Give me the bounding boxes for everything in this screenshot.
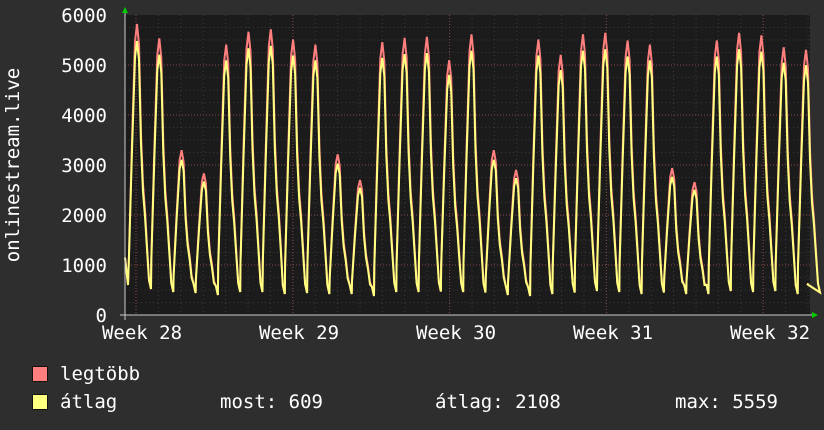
legend-avg: átlag — [32, 391, 118, 413]
x-axis-ticks: Week 28 Week 29 Week 30 Week 31 Week 32 — [102, 322, 810, 344]
y-tick-label: 1000 — [61, 255, 107, 277]
x-tick-label: Week 29 — [259, 322, 339, 344]
legend-avg-swatch — [32, 394, 48, 410]
stat-current: most: 609 — [220, 391, 323, 413]
y-axis-label: onlinestream.live — [2, 68, 24, 262]
stat-max: max: 5559 — [675, 391, 778, 413]
legend-max-label: legtöbb — [60, 363, 141, 385]
x-tick-label: Week 32 — [730, 322, 810, 344]
y-axis-arrow — [122, 7, 128, 13]
y-axis-ticks: 0100020003000400050006000 — [61, 5, 107, 327]
y-tick-label: 5000 — [61, 55, 107, 77]
y-tick-label: 2000 — [61, 205, 107, 227]
y-tick-label: 4000 — [61, 105, 107, 127]
legend-max: legtöbb — [32, 363, 141, 385]
x-tick-label: Week 31 — [573, 322, 653, 344]
legend-max-swatch — [32, 366, 48, 382]
x-axis-arrow — [812, 312, 818, 318]
x-tick-label: Week 28 — [102, 322, 182, 344]
y-tick-label: 3000 — [61, 155, 107, 177]
y-tick-label: 6000 — [61, 5, 107, 27]
legend-avg-label: átlag — [60, 391, 118, 413]
x-tick-label: Week 30 — [416, 322, 496, 344]
stat-average: átlag: 2108 — [435, 391, 561, 413]
